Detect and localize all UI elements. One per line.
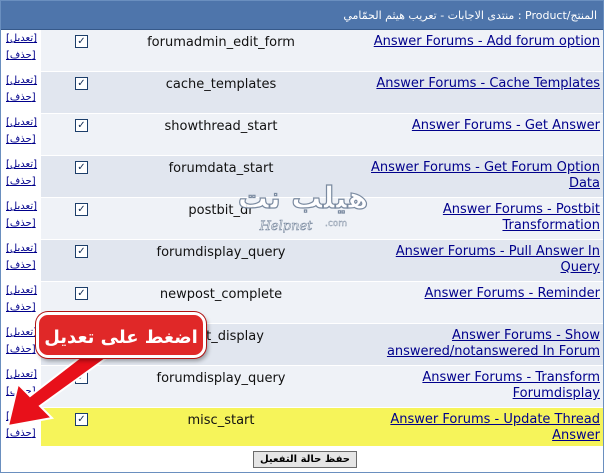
product-link-text[interactable]: Answer Forums - Add forum option — [374, 34, 600, 49]
product-link-text[interactable]: Answer Forums - Get Answer — [412, 118, 600, 133]
table-row: [تعديل] [حذف] ✓ forumdata_start Answer Forum… — [1, 156, 603, 197]
edit-link[interactable]: [تعديل] — [1, 72, 41, 89]
product-link[interactable]: Answer Forums - Add forum option — [350, 34, 600, 50]
product-breadcrumb: المنتج/Product : منتدى الاجابات - تعريب … — [343, 9, 597, 22]
edit-link[interactable]: [تعديل] — [1, 30, 41, 47]
delete-link[interactable]: [حذف] — [1, 173, 41, 190]
edit-link[interactable]: [تعديل] — [1, 408, 41, 425]
product-link-text[interactable]: Query — [560, 260, 600, 275]
product-link[interactable]: Answer Forums - Pull Answer In Query — [350, 244, 600, 276]
row-actions: [تعديل][حذف] — [1, 114, 41, 155]
active-checkbox[interactable]: ✓ — [75, 35, 88, 48]
table-row: [تعديل] [حذف] ✓ forumdisplay_query Answer Fo… — [1, 366, 603, 407]
hook-name: newpost_complete — [159, 287, 283, 302]
product-link-text[interactable]: Answer Forums - Update Thread — [390, 412, 600, 427]
hook-name: forumadmin_edit_form — [147, 35, 295, 50]
row-actions: [تعديل][حذف] — [1, 366, 41, 407]
delete-link[interactable]: [حذف] — [1, 89, 41, 106]
product-link-text[interactable]: Answer Forums - Transform — [422, 370, 600, 385]
active-checkbox[interactable]: ✓ — [75, 371, 88, 384]
row-actions: [تعديل][حذف] — [1, 324, 41, 365]
plugin-table: المنتج/Product : منتدى الاجابات - تعريب … — [0, 0, 604, 473]
product-link-text[interactable]: Data — [569, 176, 600, 191]
edit-link[interactable]: [تعديل] — [1, 114, 41, 131]
edit-link[interactable]: [تعديل] — [1, 156, 41, 173]
active-checkbox[interactable]: ✓ — [75, 413, 88, 426]
save-activation-button[interactable]: حفظ حالة التفعيل — [253, 451, 357, 468]
product-link-text[interactable]: Answer — [552, 428, 600, 443]
edit-link[interactable]: [تعديل] — [1, 324, 41, 341]
delete-link[interactable]: [حذف] — [1, 131, 41, 148]
instruction-callout: اضغط على تعديل — [36, 312, 206, 358]
row-actions: [تعديل][حذف] — [1, 72, 41, 113]
hook-name: postbit_dr — [188, 203, 254, 218]
active-checkbox[interactable]: ✓ — [75, 119, 88, 132]
table-row: [تعديل] [حذف] ✓ cache_templates Answer Forum… — [1, 72, 603, 113]
delete-link[interactable]: [حذف] — [1, 341, 41, 358]
active-checkbox[interactable]: ✓ — [75, 161, 88, 174]
product-link-text[interactable]: Answer Forums - Cache Templates — [376, 76, 600, 91]
hook-name: forumdata_start — [168, 161, 274, 176]
product-link[interactable]: Answer Forums - Transform Forumdisplay — [350, 370, 600, 402]
delete-link[interactable]: [حذف] — [1, 299, 41, 316]
row-actions: [تعديل][حذف] — [1, 240, 41, 281]
row-actions: [تعديل][حذف] — [1, 282, 41, 323]
product-link[interactable]: Answer Forums - Get Forum Option Data — [350, 160, 600, 192]
product-link-text[interactable]: Answer Forums - Reminder — [424, 286, 600, 301]
product-link-text[interactable]: answered/notanswered In Forum — [387, 344, 600, 359]
product-link-text[interactable]: Answer Forums - Get Forum Option — [371, 160, 600, 175]
product-link[interactable]: Answer Forums - Cache Templates — [350, 76, 600, 92]
table-row: [تعديل] [حذف] ✓ postbit_dr Answer Forums - P… — [1, 198, 603, 239]
row-actions: [تعديل][حذف] — [1, 408, 41, 449]
table-row: [تعديل] [حذف] ✓ showthread_start Answer Foru… — [1, 114, 603, 155]
table-header: المنتج/Product : منتدى الاجابات - تعريب … — [1, 1, 603, 30]
hook-name: showthread_start — [164, 119, 278, 134]
product-link[interactable]: Answer Forums - Get Answer — [350, 118, 600, 134]
delete-link[interactable]: [حذف] — [1, 257, 41, 274]
delete-link[interactable]: [حذف] — [1, 425, 41, 442]
hook-name: cache_templates — [165, 77, 277, 92]
product-link[interactable]: Answer Forums - Postbit Transformation — [350, 202, 600, 234]
edit-link[interactable]: [تعديل] — [1, 366, 41, 383]
hook-name: forumdisplay_query — [156, 245, 286, 260]
active-checkbox[interactable]: ✓ — [75, 245, 88, 258]
active-checkbox[interactable]: ✓ — [75, 287, 88, 300]
delete-link[interactable]: [حذف] — [1, 215, 41, 232]
product-link-text[interactable]: Transformation — [502, 218, 600, 233]
active-checkbox[interactable]: ✓ — [75, 77, 88, 90]
hook-name: forumdisplay_query — [156, 371, 286, 386]
product-link-text[interactable]: Answer Forums - Pull Answer In — [396, 244, 600, 259]
edit-link[interactable]: [تعديل] — [1, 282, 41, 299]
product-link[interactable]: Answer Forums - Reminder — [350, 286, 600, 302]
table-row: [تعديل] [حذف] ✓ forumdisplay_query Answer Fo… — [1, 240, 603, 281]
hook-name: misc_start — [187, 413, 255, 428]
delete-link[interactable]: [حذف] — [1, 47, 41, 64]
edit-link[interactable]: [تعديل] — [1, 198, 41, 215]
table-row: [تعديل] [حذف] ✓ forumadmin_edit_form Answer … — [1, 30, 603, 71]
product-link[interactable]: Answer Forums - Show answered/notanswered… — [350, 328, 600, 360]
row-actions: [تعديل][حذف] — [1, 156, 41, 197]
table-footer: حفظ حالة التفعيل — [1, 446, 603, 472]
product-link-text[interactable]: Answer Forums - Show — [452, 328, 600, 343]
table-row: [تعديل] [حذف] ✓ misc_start Answer Forums - U… — [1, 408, 603, 449]
edit-link[interactable]: [تعديل] — [1, 240, 41, 257]
product-link-text[interactable]: Forumdisplay — [513, 386, 600, 401]
delete-link[interactable]: [حذف] — [1, 383, 41, 400]
active-checkbox[interactable]: ✓ — [75, 203, 88, 216]
row-actions: [تعديل][حذف] — [1, 198, 41, 239]
row-actions: [تعديل][حذف] — [1, 30, 41, 71]
product-link-text[interactable]: Answer Forums - Postbit — [443, 202, 600, 217]
product-link[interactable]: Answer Forums - Update Thread Answer — [350, 412, 600, 444]
